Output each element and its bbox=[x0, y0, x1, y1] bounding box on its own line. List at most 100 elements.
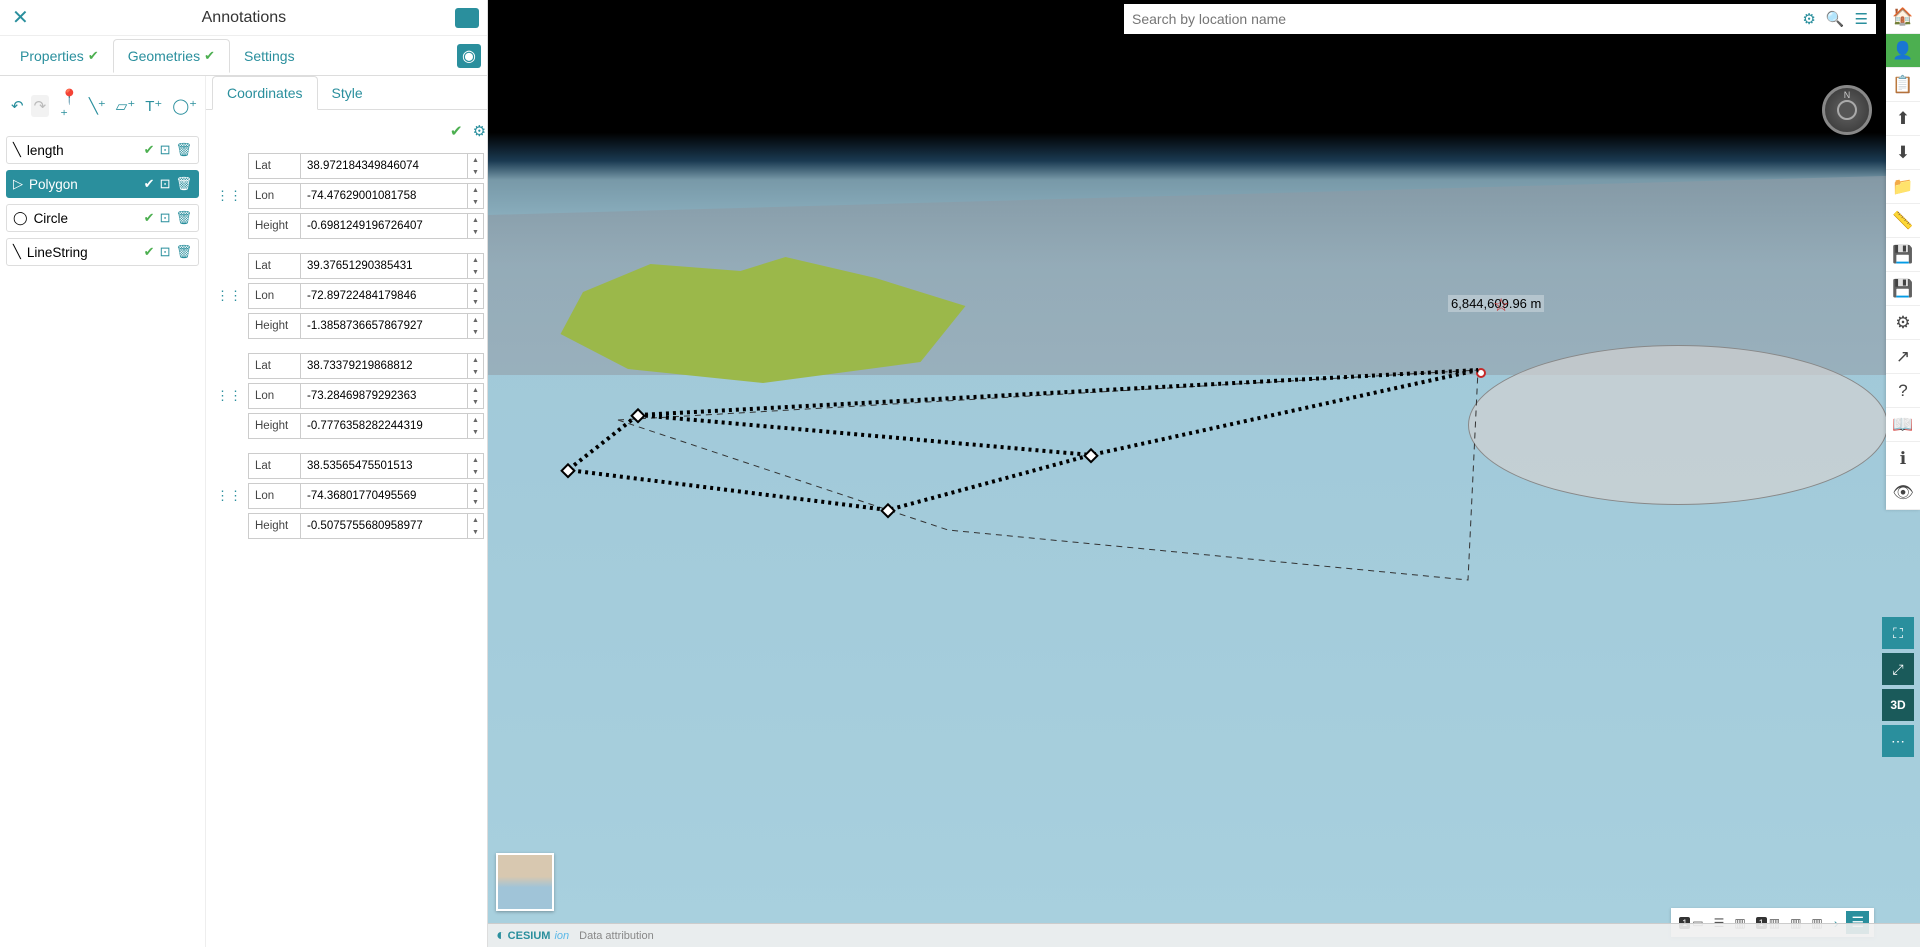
step-down-icon[interactable]: ▼ bbox=[468, 226, 483, 238]
chat-icon[interactable] bbox=[455, 8, 479, 28]
check-icon[interactable]: ✔ bbox=[144, 244, 155, 260]
expand-button[interactable]: ⤢ bbox=[1882, 653, 1914, 685]
lat-input[interactable] bbox=[300, 253, 468, 279]
step-down-icon[interactable]: ▼ bbox=[468, 496, 483, 508]
add-marker-button[interactable]: 📍⁺ bbox=[57, 86, 82, 126]
help-icon[interactable]: ? bbox=[1886, 374, 1920, 408]
lon-input[interactable] bbox=[300, 383, 468, 409]
geometry-item-polygon[interactable]: ▷Polygon✔⊡🗑 bbox=[6, 170, 199, 198]
map-viewport[interactable]: 6,844,609.96 m ☆ ⚙ 🔍 ☰ 🏠 👤 bbox=[488, 0, 1920, 947]
info-icon[interactable]: ℹ bbox=[1886, 442, 1920, 476]
step-up-icon[interactable]: ▲ bbox=[468, 184, 483, 196]
settings-icon[interactable]: ⚙ bbox=[473, 122, 486, 143]
download-icon[interactable]: ⬇ bbox=[1886, 136, 1920, 170]
delete-icon[interactable]: 🗑 bbox=[175, 244, 192, 260]
height-input[interactable] bbox=[300, 313, 468, 339]
check-icon[interactable]: ✔ bbox=[144, 210, 155, 226]
zoom-to-icon[interactable]: ⊡ bbox=[160, 244, 171, 260]
drag-handle-icon[interactable]: ⋮⋮ bbox=[216, 488, 242, 504]
step-up-icon[interactable]: ▲ bbox=[468, 284, 483, 296]
geometry-item-length[interactable]: ╲length✔⊡🗑 bbox=[6, 136, 199, 164]
height-input[interactable] bbox=[300, 413, 468, 439]
eye-icon[interactable]: 👁 bbox=[1886, 476, 1920, 510]
add-circle-button[interactable]: ◯⁺ bbox=[169, 95, 200, 117]
add-line-button[interactable]: ╲⁺ bbox=[86, 95, 109, 117]
lon-input[interactable] bbox=[300, 283, 468, 309]
step-down-icon[interactable]: ▼ bbox=[468, 466, 483, 478]
user-button[interactable]: 👤 bbox=[1886, 34, 1920, 68]
geometry-item-circle[interactable]: ◯Circle✔⊡🗑 bbox=[6, 204, 199, 232]
home-button[interactable]: 🏠 bbox=[1886, 0, 1920, 34]
lat-input[interactable] bbox=[300, 353, 468, 379]
fullscreen-button[interactable]: ⛶ bbox=[1882, 617, 1914, 649]
tab-settings[interactable]: Settings bbox=[230, 40, 309, 72]
step-up-icon[interactable]: ▲ bbox=[468, 254, 483, 266]
close-panel-button[interactable]: ✕ bbox=[8, 1, 33, 34]
validate-icon[interactable]: ✔ bbox=[450, 122, 463, 143]
vertex-marker[interactable] bbox=[1476, 368, 1486, 378]
step-up-icon[interactable]: ▲ bbox=[468, 154, 483, 166]
collapse-panel-button[interactable]: ◉ bbox=[457, 44, 481, 68]
delete-icon[interactable]: 🗑 bbox=[175, 176, 192, 192]
lon-input[interactable] bbox=[300, 483, 468, 509]
step-down-icon[interactable]: ▼ bbox=[468, 326, 483, 338]
step-down-icon[interactable]: ▼ bbox=[468, 296, 483, 308]
step-up-icon[interactable]: ▲ bbox=[468, 354, 483, 366]
tab-properties[interactable]: Properties ✔ bbox=[6, 40, 113, 72]
step-up-icon[interactable]: ▲ bbox=[468, 454, 483, 466]
step-down-icon[interactable]: ▼ bbox=[468, 266, 483, 278]
search-settings-icon[interactable]: ⚙ bbox=[1802, 10, 1815, 28]
drag-handle-icon[interactable]: ⋮⋮ bbox=[216, 188, 242, 204]
more-options-button[interactable]: ⋯ bbox=[1882, 725, 1914, 757]
redo-button[interactable]: ↷ bbox=[31, 95, 50, 117]
height-input[interactable] bbox=[300, 513, 468, 539]
step-up-icon[interactable]: ▲ bbox=[468, 414, 483, 426]
search-icon[interactable]: 🔍 bbox=[1826, 10, 1845, 28]
add-text-button[interactable]: T⁺ bbox=[142, 95, 165, 117]
check-icon[interactable]: ✔ bbox=[144, 142, 155, 158]
step-down-icon[interactable]: ▼ bbox=[468, 196, 483, 208]
book-icon[interactable]: 📖 bbox=[1886, 408, 1920, 442]
ruler-icon[interactable]: 📏 bbox=[1886, 204, 1920, 238]
geometry-item-linestring[interactable]: ╲LineString✔⊡🗑 bbox=[6, 238, 199, 266]
data-attribution-link[interactable]: Data attribution bbox=[579, 930, 654, 942]
undo-button[interactable]: ↶ bbox=[8, 95, 27, 117]
tab-style[interactable]: Style bbox=[318, 76, 377, 109]
compass[interactable] bbox=[1822, 85, 1872, 135]
drag-handle-icon[interactable]: ⋮⋮ bbox=[216, 288, 242, 304]
lat-input[interactable] bbox=[300, 153, 468, 179]
lon-input[interactable] bbox=[300, 183, 468, 209]
step-down-icon[interactable]: ▼ bbox=[468, 166, 483, 178]
delete-icon[interactable]: 🗑 bbox=[175, 142, 192, 158]
step-up-icon[interactable]: ▲ bbox=[468, 314, 483, 326]
3d-toggle-button[interactable]: 3D bbox=[1882, 689, 1914, 721]
zoom-to-icon[interactable]: ⊡ bbox=[160, 176, 171, 192]
step-down-icon[interactable]: ▼ bbox=[468, 426, 483, 438]
zoom-to-icon[interactable]: ⊡ bbox=[160, 210, 171, 226]
step-up-icon[interactable]: ▲ bbox=[468, 384, 483, 396]
drag-handle-icon[interactable]: ⋮⋮ bbox=[216, 388, 242, 404]
search-input[interactable] bbox=[1132, 11, 1792, 27]
step-up-icon[interactable]: ▲ bbox=[468, 214, 483, 226]
clipboard-icon[interactable]: 📋 bbox=[1886, 68, 1920, 102]
folder-icon[interactable]: 📁 bbox=[1886, 170, 1920, 204]
step-up-icon[interactable]: ▲ bbox=[468, 514, 483, 526]
save-as-icon[interactable]: 💾 bbox=[1886, 272, 1920, 306]
save-icon[interactable]: 💾 bbox=[1886, 238, 1920, 272]
search-menu-icon[interactable]: ☰ bbox=[1855, 10, 1868, 28]
share-icon[interactable]: ↗ bbox=[1886, 340, 1920, 374]
minimap[interactable] bbox=[496, 853, 554, 911]
tab-geometries[interactable]: Geometries ✔ bbox=[113, 39, 230, 73]
lat-input[interactable] bbox=[300, 453, 468, 479]
height-input[interactable] bbox=[300, 213, 468, 239]
settings-icon[interactable]: ⚙ bbox=[1886, 306, 1920, 340]
tab-coordinates[interactable]: Coordinates bbox=[212, 76, 318, 110]
add-polygon-button[interactable]: ▱⁺ bbox=[113, 95, 138, 117]
step-down-icon[interactable]: ▼ bbox=[468, 366, 483, 378]
check-icon[interactable]: ✔ bbox=[144, 176, 155, 192]
zoom-to-icon[interactable]: ⊡ bbox=[160, 142, 171, 158]
delete-icon[interactable]: 🗑 bbox=[175, 210, 192, 226]
circle-annotation[interactable] bbox=[1468, 345, 1888, 505]
step-up-icon[interactable]: ▲ bbox=[468, 484, 483, 496]
step-down-icon[interactable]: ▼ bbox=[468, 396, 483, 408]
